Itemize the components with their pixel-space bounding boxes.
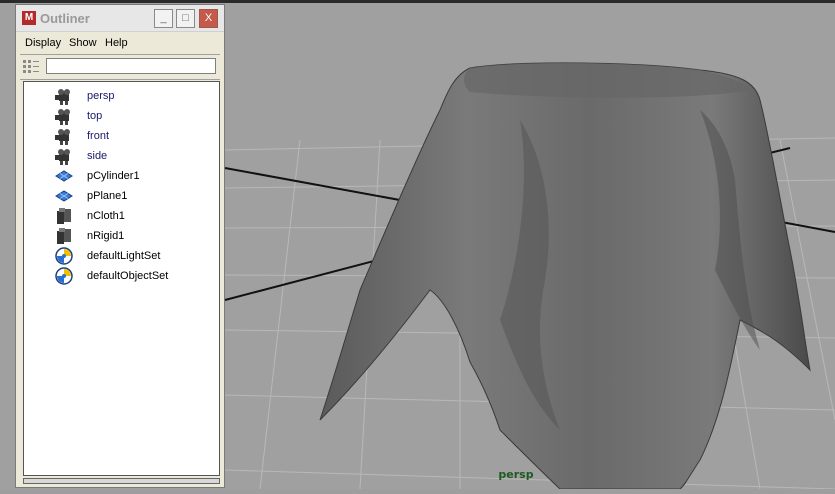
outliner-item-label: side — [87, 150, 108, 162]
outliner-item-label: front — [87, 130, 110, 142]
set-icon — [54, 247, 74, 265]
mesh-icon — [54, 187, 74, 205]
camera-icon — [54, 87, 74, 105]
camera-icon — [54, 107, 74, 125]
ncloth-icon — [54, 207, 74, 225]
mesh-icon — [54, 167, 74, 185]
outliner-item-label: top — [87, 110, 103, 122]
filter-toggle-icon[interactable] — [22, 58, 42, 76]
outliner-item-defaultlightset[interactable]: defaultLightSet — [24, 246, 219, 266]
outliner-item-label: nCloth1 — [87, 210, 125, 222]
minimize-button[interactable]: _ — [154, 9, 173, 28]
nrigid-icon — [54, 227, 74, 245]
outliner-item-persp[interactable]: persp — [24, 86, 219, 106]
outliner-item-label: defaultLightSet — [87, 250, 161, 262]
menu-display[interactable]: Display — [25, 37, 61, 49]
window-title: Outliner — [40, 11, 90, 26]
outliner-item-side[interactable]: side — [24, 146, 219, 166]
menu-help[interactable]: Help — [105, 37, 128, 49]
camera-icon — [54, 127, 74, 145]
outliner-item-top[interactable]: top — [24, 106, 219, 126]
outliner-window[interactable]: M Outliner _ □ X Display Show Help persp… — [15, 4, 225, 488]
outliner-item-label: pPlane1 — [87, 190, 128, 202]
outliner-item-defaultobjectset[interactable]: defaultObjectSet — [24, 266, 219, 286]
viewport-top-border — [0, 0, 835, 3]
outliner-item-nrigid1[interactable]: nRigid1 — [24, 226, 219, 246]
outliner-item-ncloth1[interactable]: nCloth1 — [24, 206, 219, 226]
maya-app-icon: M — [22, 11, 36, 25]
outliner-item-pcylinder1[interactable]: pCylinder1 — [24, 166, 219, 186]
camera-icon — [54, 147, 74, 165]
close-icon: X — [200, 10, 217, 27]
outliner-titlebar[interactable]: M Outliner _ □ X — [16, 5, 224, 32]
menu-bar: Display Show Help — [16, 32, 224, 52]
filter-bar — [20, 54, 220, 80]
filter-input[interactable] — [46, 58, 216, 74]
horizontal-scrollbar[interactable] — [23, 478, 220, 484]
menu-show[interactable]: Show — [69, 37, 97, 49]
outliner-item-label: persp — [87, 90, 115, 102]
outliner-item-pplane1[interactable]: pPlane1 — [24, 186, 219, 206]
viewport-camera-label: persp — [498, 468, 534, 481]
outliner-item-front[interactable]: front — [24, 126, 219, 146]
set-icon — [54, 267, 74, 285]
outliner-item-label: defaultObjectSet — [87, 270, 169, 282]
outliner-tree[interactable]: persp top front side pCylinder1 pPlane1 … — [23, 81, 220, 476]
outliner-item-label: pCylinder1 — [87, 170, 140, 182]
outliner-item-label: nRigid1 — [87, 230, 125, 242]
close-button[interactable]: X — [199, 9, 218, 28]
maximize-button[interactable]: □ — [176, 9, 195, 28]
